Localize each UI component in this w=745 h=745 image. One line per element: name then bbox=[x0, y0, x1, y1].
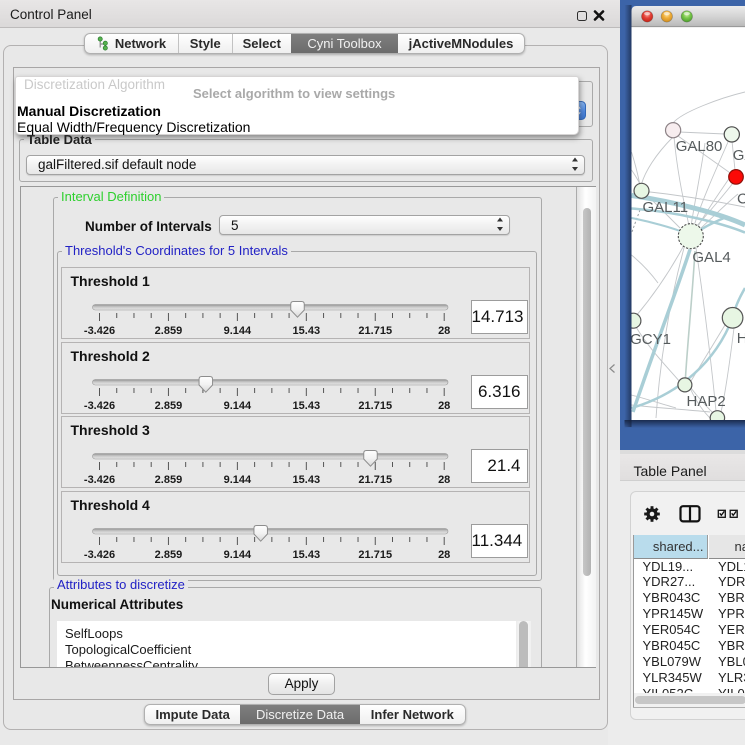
svg-text:GAL80: GAL80 bbox=[676, 138, 723, 155]
svg-text:15.43: 15.43 bbox=[292, 474, 320, 486]
svg-text:-3.426: -3.426 bbox=[83, 325, 114, 337]
svg-text:2.859: 2.859 bbox=[154, 400, 182, 412]
svg-text:28: 28 bbox=[438, 400, 450, 412]
svg-text:15.43: 15.43 bbox=[292, 325, 320, 337]
svg-text:-3.426: -3.426 bbox=[83, 400, 114, 412]
svg-text:9.144: 9.144 bbox=[223, 325, 251, 337]
svg-text:28: 28 bbox=[438, 325, 450, 337]
svg-text:2.859: 2.859 bbox=[154, 549, 182, 561]
svg-text:15.43: 15.43 bbox=[292, 400, 320, 412]
svg-text:9.144: 9.144 bbox=[223, 549, 251, 561]
svg-text:CD: CD bbox=[737, 191, 745, 208]
svg-text:GAL: GAL bbox=[733, 147, 745, 164]
svg-text:HAP2: HAP2 bbox=[687, 393, 726, 410]
svg-text:21.715: 21.715 bbox=[358, 474, 392, 486]
svg-text:2.859: 2.859 bbox=[154, 474, 182, 486]
svg-text:21.715: 21.715 bbox=[358, 400, 392, 412]
svg-text:28: 28 bbox=[438, 474, 450, 486]
svg-text:9.144: 9.144 bbox=[223, 474, 251, 486]
svg-text:21.715: 21.715 bbox=[358, 325, 392, 337]
svg-text:28: 28 bbox=[438, 549, 450, 561]
svg-text:9.144: 9.144 bbox=[223, 400, 251, 412]
svg-text:2.859: 2.859 bbox=[154, 325, 182, 337]
svg-text:H: H bbox=[737, 330, 745, 347]
svg-text:15.43: 15.43 bbox=[292, 549, 320, 561]
svg-text:GCY1: GCY1 bbox=[630, 331, 671, 348]
svg-text:-3.426: -3.426 bbox=[83, 474, 114, 486]
svg-text:GAL11: GAL11 bbox=[643, 199, 689, 216]
svg-text:-3.426: -3.426 bbox=[83, 549, 114, 561]
svg-text:21.715: 21.715 bbox=[358, 549, 392, 561]
svg-text:GAL4: GAL4 bbox=[692, 249, 730, 266]
